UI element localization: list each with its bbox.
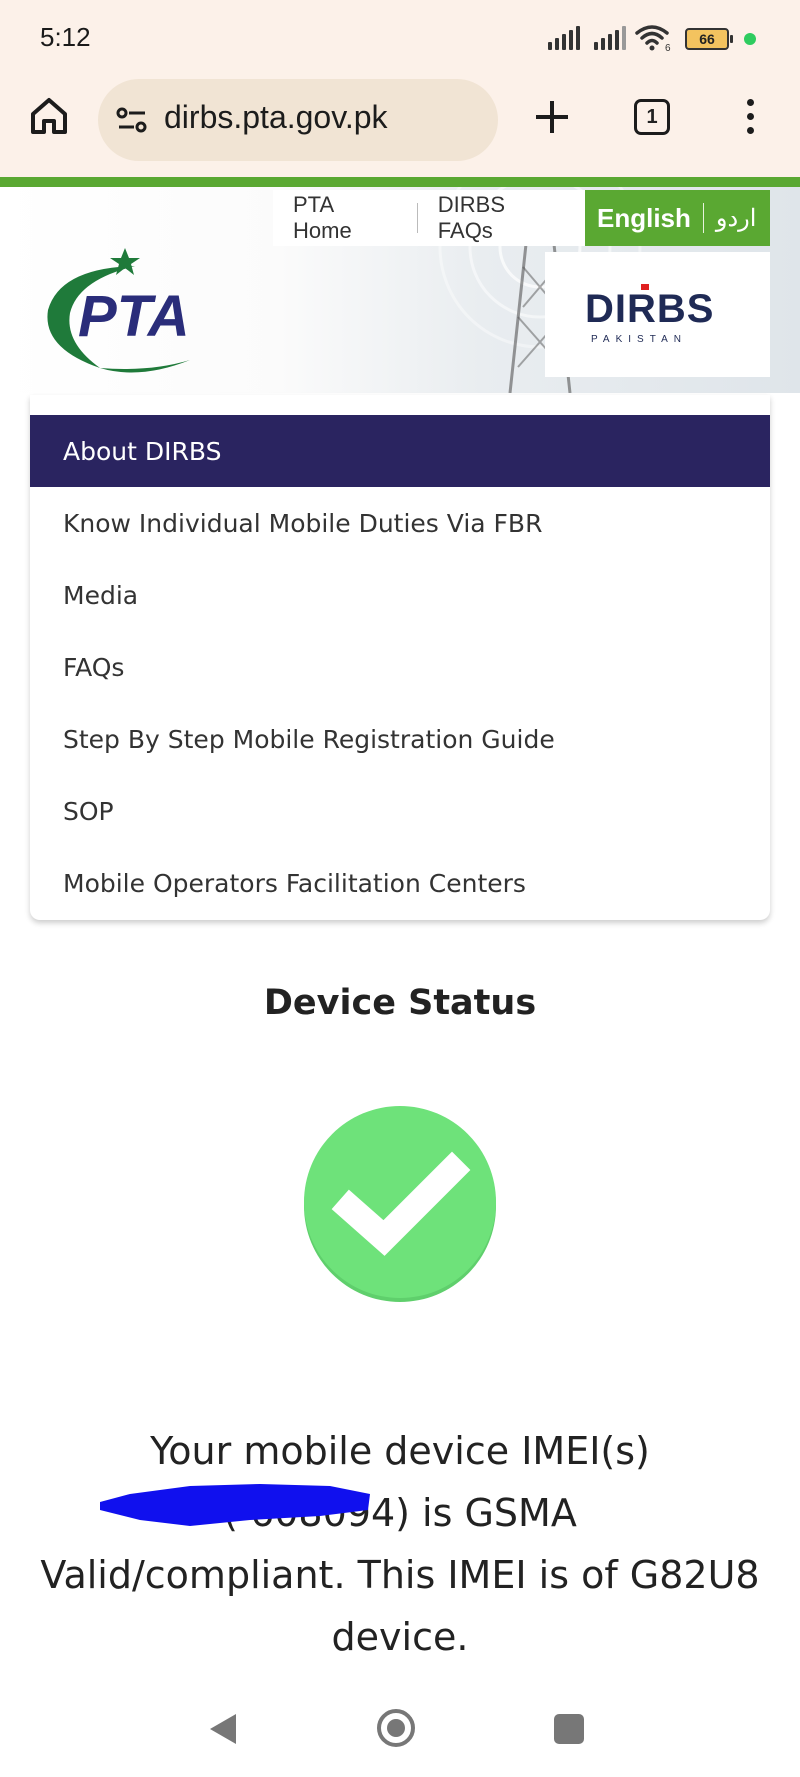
home-nav-icon[interactable] xyxy=(376,1708,416,1748)
signal-icon xyxy=(594,26,626,50)
status-line-3: Valid/compliant. This IMEI is of G82U8 xyxy=(40,1553,760,1597)
wifi-icon: 6 xyxy=(635,25,671,52)
status-line-4: device. xyxy=(331,1615,469,1659)
new-tab-icon[interactable] xyxy=(532,97,572,137)
wifi-label: 6 xyxy=(665,43,671,52)
nav-dirbs-faqs[interactable]: DIRBS FAQs xyxy=(418,192,585,244)
device-status-message: Your mobile device IMEI(s) ( 608094) is … xyxy=(30,1420,770,1668)
language-switch: English اردو xyxy=(585,190,770,246)
tabs-icon[interactable]: 1 xyxy=(634,99,670,135)
dirbs-logo-box: DIRBS PAKISTAN xyxy=(545,252,770,377)
browser-toolbar: dirbs.pta.gov.pk 1 xyxy=(0,75,800,177)
status-line-1: Your mobile device IMEI(s) xyxy=(150,1429,650,1473)
menu-item-facilitation-centers[interactable]: Mobile Operators Facilitation Centers xyxy=(30,847,770,919)
lang-english[interactable]: English xyxy=(585,203,691,234)
pta-logo-text: PTA xyxy=(78,284,190,349)
menu-item-media[interactable]: Media xyxy=(30,559,770,631)
device-status-title: Device Status xyxy=(263,983,537,1023)
menu-item-registration-guide[interactable]: Step By Step Mobile Registration Guide xyxy=(30,703,770,775)
top-nav: PTA Home DIRBS FAQs xyxy=(273,190,585,246)
check-circle-icon xyxy=(304,1106,496,1302)
address-bar[interactable]: dirbs.pta.gov.pk xyxy=(98,79,498,161)
status-time: 5:12 xyxy=(40,22,91,52)
nav-pta-home[interactable]: PTA Home xyxy=(273,192,417,244)
pta-logo[interactable]: PTA xyxy=(40,248,240,378)
dropdown-menu: About DIRBS Know Individual Mobile Dutie… xyxy=(30,395,770,920)
status-bar: 5:12 6 66 xyxy=(0,0,800,75)
dirbs-logo-sub: PAKISTAN xyxy=(591,334,687,345)
site-settings-icon[interactable] xyxy=(116,105,148,135)
menu-item-sop[interactable]: SOP xyxy=(30,775,770,847)
signal-icon xyxy=(548,26,580,50)
recents-icon[interactable] xyxy=(554,1714,584,1744)
lang-divider xyxy=(702,203,704,233)
dirbs-logo[interactable]: DIRBS PAKISTAN xyxy=(585,280,735,350)
overflow-menu-icon[interactable] xyxy=(740,99,760,139)
redaction-scribble xyxy=(100,1484,370,1526)
home-icon[interactable] xyxy=(28,95,70,137)
lang-urdu[interactable]: اردو xyxy=(716,204,757,233)
dirbs-logo-text: DIRBS xyxy=(585,287,714,331)
menu-item-mobile-duties[interactable]: Know Individual Mobile Duties Via FBR xyxy=(30,487,770,559)
privacy-dot-icon xyxy=(744,33,756,45)
battery-icon: 66 xyxy=(685,28,733,50)
menu-item-faqs[interactable]: FAQs xyxy=(30,631,770,703)
back-icon[interactable] xyxy=(208,1712,238,1746)
system-nav-bar xyxy=(0,1690,800,1777)
header-accent-line xyxy=(0,177,800,187)
menu-item-about-dirbs[interactable]: About DIRBS xyxy=(30,415,770,487)
url-text[interactable]: dirbs.pta.gov.pk xyxy=(164,99,388,136)
